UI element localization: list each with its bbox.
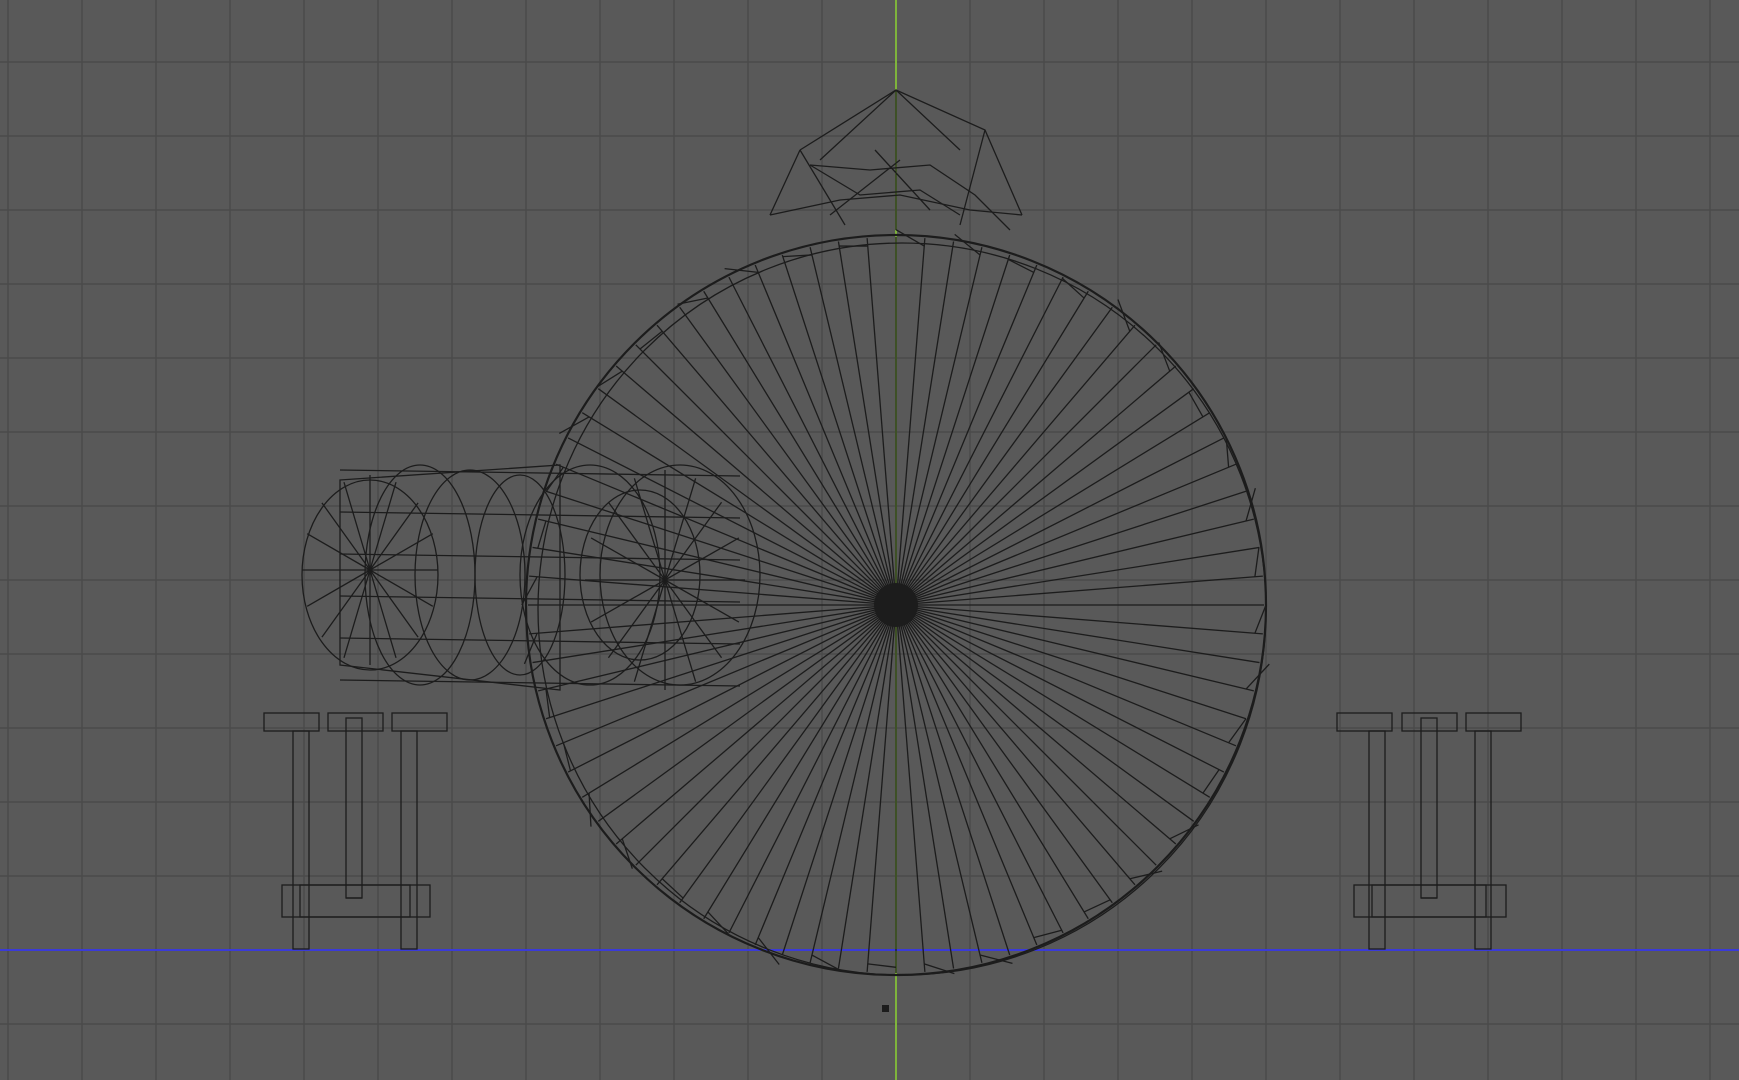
sphere-spoke (895, 604, 955, 969)
sphere-spoke (895, 604, 1157, 866)
sphere-spoke (895, 241, 955, 606)
sphere-spoke (615, 604, 897, 845)
right-stool-wireframe[interactable] (1336, 712, 1522, 950)
cylinder-edge (339, 553, 741, 561)
sphere-spoke (837, 604, 897, 969)
sphere-spoke (895, 604, 1211, 798)
sphere-facet (677, 297, 709, 305)
sphere-spoke (532, 546, 897, 606)
sphere-spoke (567, 604, 897, 773)
sphere-spoke (895, 412, 1211, 606)
top-cap-wireframe[interactable] (769, 89, 1023, 231)
cylinder-ring (414, 469, 526, 681)
sphere-spoke (895, 276, 1064, 606)
sphere-spoke (895, 254, 1011, 606)
sphere-spoke (837, 241, 897, 606)
sphere-spoke (545, 604, 897, 720)
viewport-canvas[interactable] (0, 0, 1739, 1080)
sphere-spoke (703, 290, 897, 606)
sphere-spoke (781, 254, 897, 606)
left-stool-wireframe[interactable] (263, 712, 448, 950)
sphere-spoke (895, 604, 1011, 956)
sphere-spoke (895, 290, 1089, 606)
sphere-spoke (866, 238, 897, 606)
sphere-spoke (895, 365, 1177, 606)
cylinder-ring (364, 464, 476, 686)
sphere-spoke (728, 276, 897, 606)
sphere-spoke (895, 238, 926, 606)
sphere-spoke (895, 604, 1263, 635)
cylinder-ring (599, 464, 761, 686)
sphere-spoke (581, 604, 897, 798)
sphere-spoke (895, 490, 1247, 606)
side-cylinder-wireframe[interactable] (301, 464, 761, 691)
sphere-facet (537, 520, 547, 549)
sphere-spoke (895, 604, 1225, 773)
sphere-spoke (615, 365, 897, 606)
sphere-spoke (895, 324, 1136, 606)
cylinder-edge (339, 595, 741, 603)
sphere-facet (1033, 929, 1062, 939)
sphere-spoke (656, 324, 897, 606)
sphere-spoke (656, 604, 897, 886)
sphere-spoke (545, 490, 897, 606)
sphere-facet (867, 963, 897, 968)
sphere-spoke (866, 604, 897, 972)
sphere-spoke (529, 604, 897, 635)
sphere-spoke (895, 604, 926, 972)
sphere-spoke (895, 604, 1247, 720)
cylinder-edge (339, 679, 741, 687)
sphere-facet (757, 937, 780, 965)
sphere-spoke (781, 604, 897, 956)
sphere-spoke (581, 412, 897, 606)
sphere-spoke (895, 604, 1089, 920)
sphere-facet (1158, 342, 1171, 372)
3d-viewport[interactable] (0, 0, 1739, 1080)
sphere-spoke (895, 604, 1177, 845)
origin-marker[interactable] (882, 1005, 889, 1012)
sphere-spoke (703, 604, 897, 920)
sphere-pole (874, 583, 918, 627)
sphere-spoke (895, 604, 1136, 886)
sphere-body-wireframe[interactable] (521, 229, 1270, 977)
sphere-facet (1254, 547, 1260, 577)
sphere-spoke (895, 344, 1157, 606)
sphere-facet (782, 254, 812, 258)
sphere-spoke (895, 546, 1260, 606)
